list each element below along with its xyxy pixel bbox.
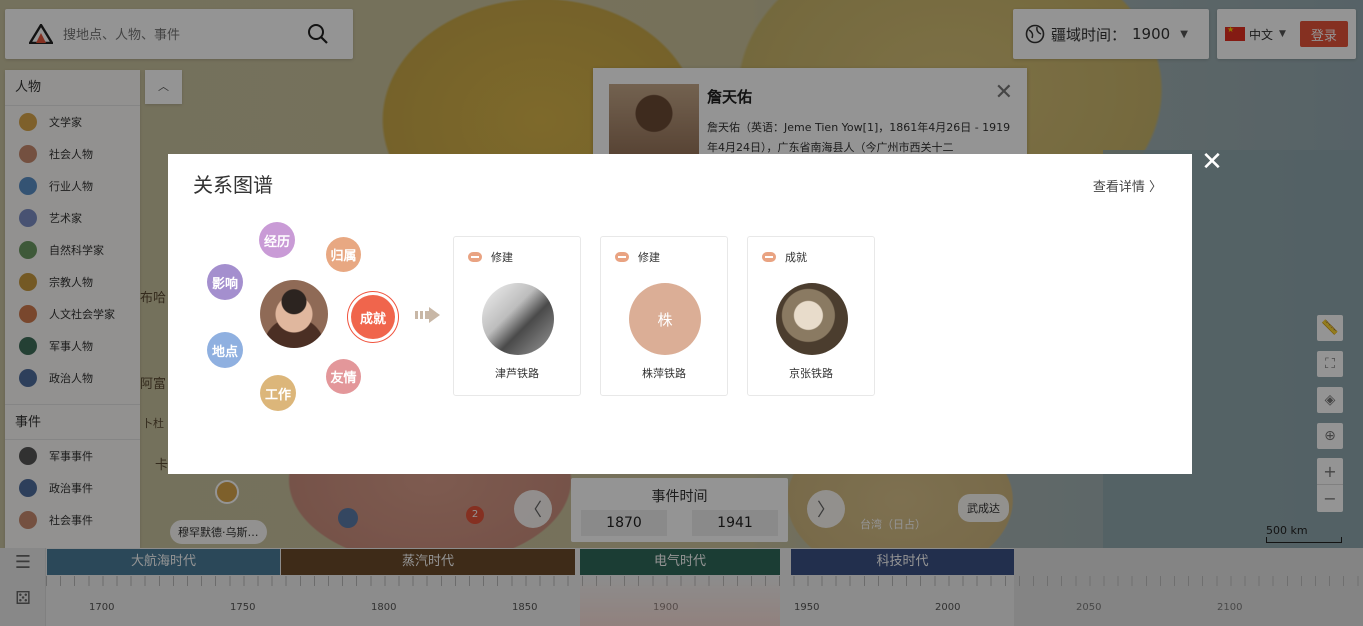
view-details-link[interactable]: 查看详情 〉 [1093, 176, 1162, 195]
relation-tag-icon [762, 252, 776, 262]
relation-tag-icon [468, 252, 482, 262]
relation-image [482, 283, 554, 355]
bubble-experience[interactable]: 经历 [259, 222, 295, 258]
relation-image [776, 283, 848, 355]
relation-card[interactable]: 修建 株 株萍铁路 [600, 236, 728, 396]
bubble-achievement[interactable]: 成就 [351, 295, 395, 339]
relation-name: 京张铁路 [789, 367, 833, 380]
relation-type: 修建 [638, 251, 660, 264]
modal-close-icon[interactable]: ✕ [1200, 149, 1224, 175]
bubble-influence[interactable]: 影响 [207, 264, 243, 300]
bubble-location[interactable]: 地点 [207, 332, 243, 368]
relation-graph-modal: 关系图谱 查看详情 〉 经历 归属 影响 成就 地点 友情 工作 修建 津芦铁路… [168, 154, 1192, 474]
relation-type: 成就 [785, 251, 807, 264]
relation-tag-icon [615, 252, 629, 262]
arrow-right-icon [415, 307, 440, 323]
relation-type: 修建 [491, 251, 513, 264]
relation-name: 津芦铁路 [495, 367, 539, 380]
bubble-work[interactable]: 工作 [260, 375, 296, 411]
relation-card[interactable]: 修建 津芦铁路 [453, 236, 581, 396]
bubble-affiliation[interactable]: 归属 [326, 237, 361, 272]
relation-name: 株萍铁路 [642, 367, 686, 380]
relation-card[interactable]: 成就 京张铁路 [747, 236, 875, 396]
relation-image: 株 [629, 283, 701, 355]
modal-title: 关系图谱 [193, 173, 273, 197]
person-avatar [260, 280, 328, 348]
bubble-friendship[interactable]: 友情 [326, 359, 361, 394]
